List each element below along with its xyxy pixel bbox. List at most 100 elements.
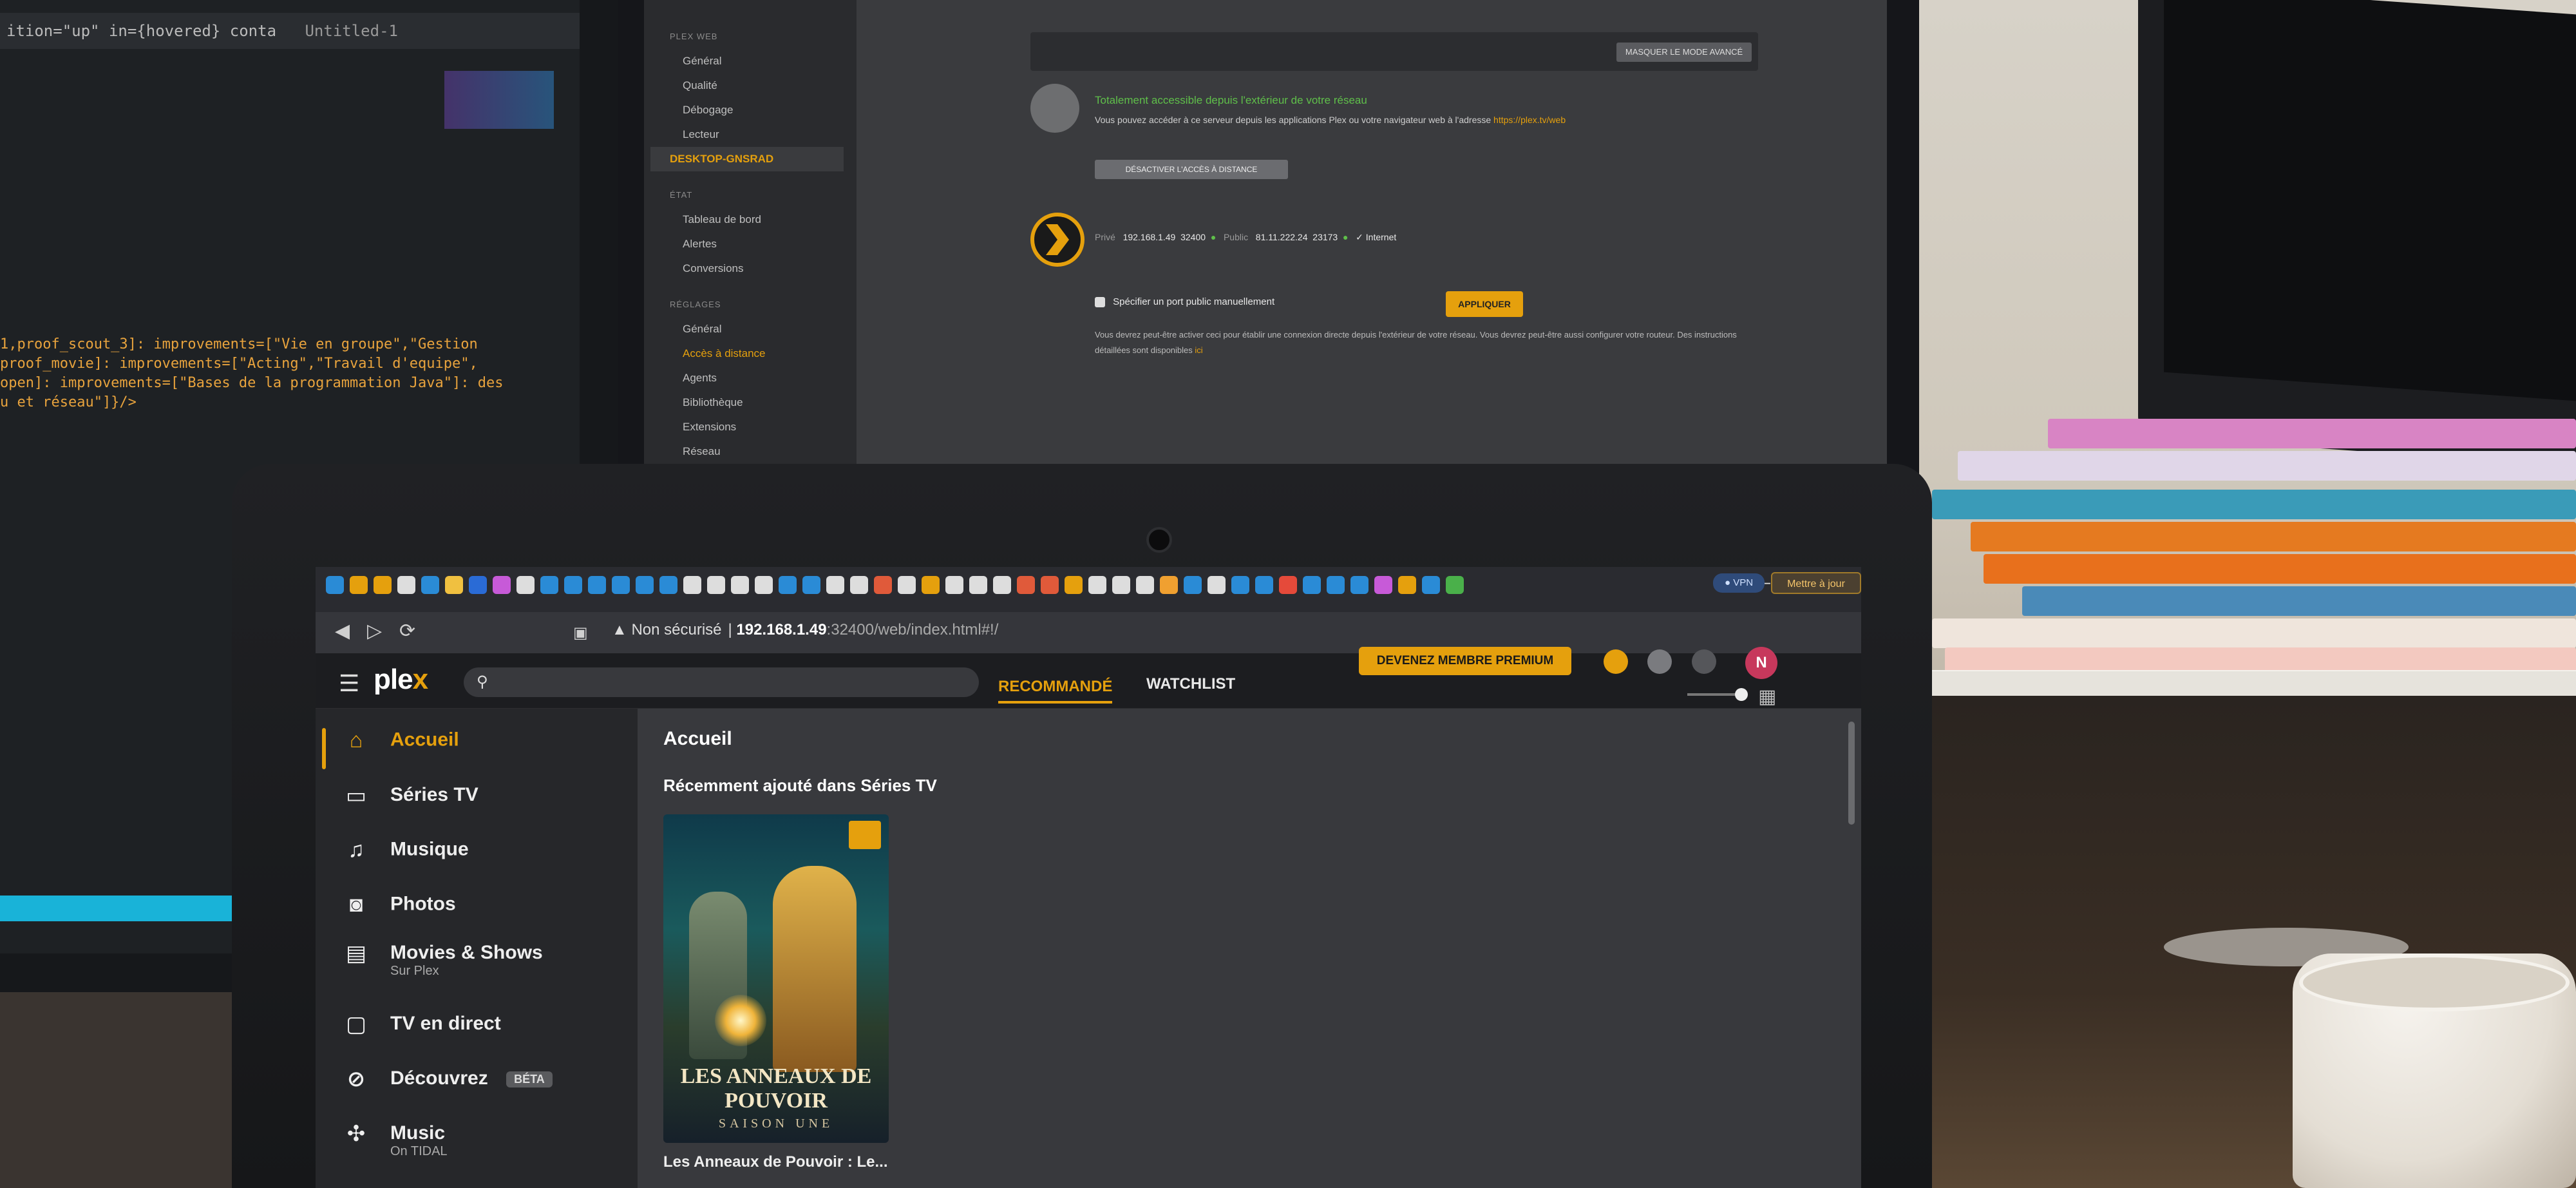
browser-tab-favicon-icon[interactable] [1398, 576, 1416, 594]
manual-port-checkbox[interactable] [1095, 297, 1105, 308]
settings-item-general-server[interactable]: Général [670, 317, 857, 341]
apply-button[interactable]: APPLIQUER [1446, 291, 1523, 317]
browser-tab-favicon-icon[interactable] [1374, 576, 1392, 594]
browser-tab-favicon-icon[interactable] [850, 576, 868, 594]
grid-view-icon[interactable]: ▦ [1758, 685, 1776, 708]
browser-tab-favicon-icon[interactable] [969, 576, 987, 594]
browser-tab-favicon-icon[interactable] [874, 576, 892, 594]
settings-item-general[interactable]: Général [670, 49, 857, 73]
settings-item-debug[interactable]: Débogage [670, 98, 857, 122]
sidebar-item-tidal[interactable]: ✣ Music On TIDAL [341, 1121, 625, 1160]
browser-tab-favicon-icon[interactable] [1327, 576, 1345, 594]
browser-tab-favicon-icon[interactable] [1350, 576, 1368, 594]
reload-icon[interactable]: ⟳ [399, 620, 415, 642]
plex-logo[interactable]: plex [374, 664, 428, 696]
search-input[interactable] [489, 691, 966, 711]
forward-icon[interactable]: ▷ [367, 620, 382, 642]
browser-tab-favicon-icon[interactable] [1255, 576, 1273, 594]
settings-icon[interactable] [1647, 649, 1672, 674]
activity-icon[interactable] [1604, 649, 1628, 674]
browser-tab-favicon-icon[interactable] [683, 576, 701, 594]
plex-web-link[interactable]: https://plex.tv/web [1493, 115, 1566, 125]
avatar[interactable]: N [1745, 647, 1777, 679]
sidebar-item-photos[interactable]: ◙ Photos [341, 892, 625, 931]
browser-tab-favicon-icon[interactable] [350, 576, 368, 594]
browser-tab-favicon-icon[interactable] [826, 576, 844, 594]
settings-item-alerts[interactable]: Alertes [670, 232, 857, 256]
settings-item-network[interactable]: Réseau [670, 439, 857, 464]
browser-tab-favicon-icon[interactable] [1112, 576, 1130, 594]
media-poster[interactable]: LES ANNEAUX DE POUVOIR SAISON UNE [663, 814, 889, 1143]
browser-tab-favicon-icon[interactable] [493, 576, 511, 594]
settings-server-selector[interactable]: DESKTOP-GNSRAD [650, 147, 844, 171]
settings-item-agents[interactable]: Agents [670, 366, 857, 390]
sidebar-item-home[interactable]: ⌂ Accueil [322, 728, 625, 769]
browser-tab-favicon-icon[interactable] [564, 576, 582, 594]
browser-tab-favicon-icon[interactable] [1017, 576, 1035, 594]
browser-tab-favicon-icon[interactable] [397, 576, 415, 594]
settings-item-conversions[interactable]: Conversions [670, 256, 857, 281]
tab-watchlist[interactable]: WATCHLIST [1146, 675, 1235, 693]
browser-tab-favicon-icon[interactable] [469, 576, 487, 594]
browser-tab-favicon-icon[interactable] [1065, 576, 1083, 594]
browser-tab-favicon-icon[interactable] [612, 576, 630, 594]
sidebar-item-live-tv[interactable]: ▢ TV en direct [341, 1011, 625, 1050]
browser-tab-favicon-icon[interactable] [707, 576, 725, 594]
sidebar-item-movies-shows[interactable]: ▤ Movies & Shows Sur Plex [341, 941, 625, 979]
editor-tab-text[interactable]: ition="up" in={hovered} conta [6, 22, 276, 40]
browser-tab-favicon-icon[interactable] [540, 576, 558, 594]
browser-tab-favicon-icon[interactable] [445, 576, 463, 594]
note-link[interactable]: ici [1195, 345, 1202, 355]
premium-button[interactable]: DEVENEZ MEMBRE PREMIUM [1359, 647, 1571, 675]
poster-size-slider[interactable] [1687, 688, 1748, 701]
browser-tab-favicon-icon[interactable] [1422, 576, 1440, 594]
sidebar-item-discover[interactable]: ⊘ Découvrez BÉTA [341, 1066, 625, 1105]
tab-recommended[interactable]: RECOMMANDÉ [998, 678, 1113, 704]
browser-tab-favicon-icon[interactable] [945, 576, 963, 594]
cast-icon[interactable] [1691, 649, 1716, 674]
browser-tab-favicon-icon[interactable] [1184, 576, 1202, 594]
browser-tab-favicon-icon[interactable] [326, 576, 344, 594]
browser-tab-favicon-icon[interactable] [1303, 576, 1321, 594]
hub-title[interactable]: Récemment ajouté dans Séries TV [663, 776, 937, 796]
browser-tab-favicon-icon[interactable] [802, 576, 820, 594]
scrollbar[interactable] [1848, 722, 1855, 825]
disable-remote-access-button[interactable]: DÉSACTIVER L'ACCÈS À DISTANCE [1095, 160, 1288, 179]
settings-item-extensions[interactable]: Extensions [670, 415, 857, 439]
browser-tab-favicon-icon[interactable] [898, 576, 916, 594]
browser-tab-favicon-icon[interactable] [421, 576, 439, 594]
browser-update-button[interactable]: Mettre à jour [1771, 572, 1861, 594]
browser-tab-favicon-icon[interactable] [516, 576, 535, 594]
browser-tab-favicon-icon[interactable] [1136, 576, 1154, 594]
plex-search[interactable]: ⚲ [464, 667, 979, 711]
browser-tab-favicon-icon[interactable] [779, 576, 797, 594]
code-block[interactable]: 1,proof_scout_3]: improvements=["Vie en … [0, 335, 580, 412]
browser-tab-favicon-icon[interactable] [993, 576, 1011, 594]
settings-item-dashboard[interactable]: Tableau de bord [670, 207, 857, 232]
settings-item-remote-access[interactable]: Accès à distance [670, 341, 857, 366]
browser-tab-favicon-icon[interactable] [1208, 576, 1226, 594]
settings-item-quality[interactable]: Qualité [670, 73, 857, 98]
editor-minimap[interactable] [444, 71, 554, 129]
sidebar-item-music[interactable]: ♫ Musique [341, 838, 625, 876]
browser-tab-favicon-icon[interactable] [922, 576, 940, 594]
browser-tab-favicon-icon[interactable] [731, 576, 749, 594]
browser-tab-favicon-icon[interactable] [1041, 576, 1059, 594]
browser-tab-favicon-icon[interactable] [1446, 576, 1464, 594]
menu-icon[interactable]: ☰ [339, 670, 359, 697]
browser-tab-favicon-icon[interactable] [1231, 576, 1249, 594]
browser-tab-favicon-icon[interactable] [588, 576, 606, 594]
poster-caption[interactable]: Les Anneaux de Pouvoir : Le... [663, 1153, 888, 1171]
settings-item-library[interactable]: Bibliothèque [670, 390, 857, 415]
browser-tab-favicon-icon[interactable] [755, 576, 773, 594]
browser-tab-favicon-icon[interactable] [374, 576, 392, 594]
vpn-badge[interactable]: ● VPN [1713, 573, 1765, 593]
editor-tab-untitled[interactable]: Untitled-1 [305, 22, 398, 40]
browser-tab-favicon-icon[interactable] [1088, 576, 1106, 594]
browser-tab-favicon-icon[interactable] [636, 576, 654, 594]
hide-advanced-button[interactable]: MASQUER LE MODE AVANCÉ [1616, 43, 1752, 62]
url-field[interactable]: ▲ Non sécurisé | 192.168.1.49:32400/web/i… [612, 621, 998, 639]
browser-tab-favicon-icon[interactable] [1160, 576, 1178, 594]
sidebar-item-tv-shows[interactable]: ▭ Séries TV [341, 783, 625, 821]
settings-item-player[interactable]: Lecteur [670, 122, 857, 147]
